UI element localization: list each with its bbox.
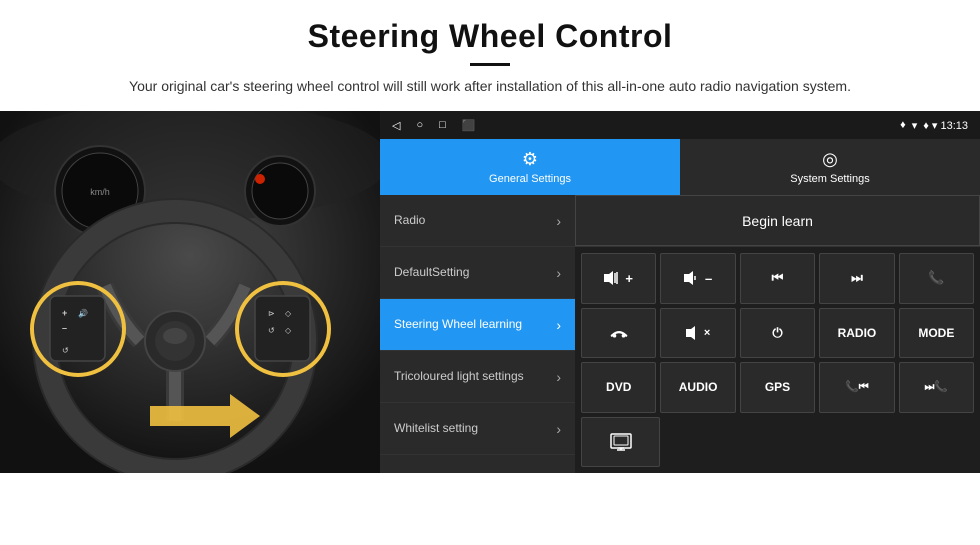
menu-item-default-setting[interactable]: DefaultSetting › [380, 247, 575, 299]
radio-button[interactable]: RADIO [819, 308, 894, 359]
chevron-icon: › [556, 213, 561, 229]
begin-learn-button[interactable]: Begin learn [575, 195, 980, 246]
system-settings-icon: ◎ [822, 149, 838, 170]
volume-up-button[interactable]: + [581, 253, 656, 304]
controls-panel: Begin learn + [575, 195, 980, 473]
power-button[interactable]: ⏻ [740, 308, 815, 359]
hang-up-button[interactable] [581, 308, 656, 359]
empty-btn-2 [664, 417, 974, 468]
steering-wheel-image: km/h [0, 111, 380, 473]
mode-button[interactable]: MODE [899, 308, 974, 359]
svg-text:⊳: ⊳ [268, 309, 275, 318]
menu-item-whitelist[interactable]: Whitelist setting › [380, 403, 575, 455]
chevron-icon: › [556, 421, 561, 437]
nav-icons: ◁ ○ □ ⬛ [392, 119, 475, 132]
svg-text:🔊: 🔊 [78, 308, 88, 318]
general-settings-icon: ⚙ [522, 149, 538, 170]
chevron-icon: › [556, 265, 561, 281]
tab-system-settings[interactable]: ◎ System Settings [680, 139, 980, 195]
next-track-button[interactable]: ⏭ [819, 253, 894, 304]
svg-text:+: + [62, 308, 67, 318]
page-subtitle: Your original car's steering wheel contr… [0, 76, 980, 97]
location-icon: ♦ [900, 119, 906, 131]
svg-text:↺: ↺ [268, 326, 275, 335]
status-bar: ◁ ○ □ ⬛ ♦ ▾ ♦ ▾ 13:13 [380, 111, 980, 139]
wifi-icon: ▾ [912, 119, 918, 132]
audio-button[interactable]: AUDIO [660, 362, 735, 413]
menu-item-steering-wheel[interactable]: Steering Wheel learning › [380, 299, 575, 351]
status-icons: ♦ ▾ ♦ ▾ 13:13 [900, 119, 968, 132]
page-header: Steering Wheel Control Your original car… [0, 0, 980, 107]
tab-general-settings[interactable]: ⚙ General Settings [380, 139, 680, 195]
android-unit: ◁ ○ □ ⬛ ♦ ▾ ♦ ▾ 13:13 ⚙ General Settings… [380, 111, 980, 473]
menu-item-radio[interactable]: Radio › [380, 195, 575, 247]
call-button[interactable]: 📞 [899, 253, 974, 304]
call-prev-button[interactable]: 📞⏮ [819, 362, 894, 413]
chevron-icon: › [556, 369, 561, 385]
tab-general-label: General Settings [489, 173, 571, 185]
menu-item-tricoloured[interactable]: Tricoloured light settings › [380, 351, 575, 403]
tab-system-label: System Settings [790, 173, 869, 185]
volume-down-button[interactable]: – [660, 253, 735, 304]
controls-row-1: + – ⏮ ⏭ 📞 [581, 253, 974, 304]
main-content: km/h [0, 111, 980, 473]
gps-button[interactable]: GPS [740, 362, 815, 413]
content-area: Radio › DefaultSetting › Steering Wheel … [380, 195, 980, 473]
svg-text:–: – [62, 323, 67, 333]
call-next-button[interactable]: ⏭📞 [899, 362, 974, 413]
svg-text:◇: ◇ [285, 309, 292, 318]
begin-learn-row: Begin learn [575, 195, 980, 247]
recents-icon[interactable]: □ [439, 119, 446, 132]
clock: ♦ ▾ 13:13 [923, 119, 968, 132]
mute-button[interactable]: × [660, 308, 735, 359]
tab-bar: ⚙ General Settings ◎ System Settings [380, 139, 980, 195]
menu-list: Radio › DefaultSetting › Steering Wheel … [380, 195, 575, 473]
controls-row-4 [581, 417, 974, 468]
home-icon[interactable]: ○ [416, 119, 423, 132]
svg-text:↺: ↺ [62, 346, 69, 355]
screenshot-icon[interactable]: ⬛ [462, 119, 476, 132]
media-button[interactable] [581, 417, 660, 468]
back-icon[interactable]: ◁ [392, 119, 400, 132]
page-title: Steering Wheel Control [0, 18, 980, 55]
controls-grid: + – ⏮ ⏭ 📞 [575, 247, 980, 473]
svg-text:km/h: km/h [90, 187, 110, 197]
controls-row-3: DVD AUDIO GPS 📞⏮ ⏭📞 [581, 362, 974, 413]
controls-row-2: × ⏻ RADIO MODE [581, 308, 974, 359]
title-divider [470, 63, 510, 66]
chevron-icon: › [556, 317, 561, 333]
dvd-button[interactable]: DVD [581, 362, 656, 413]
svg-text:◇: ◇ [285, 326, 292, 335]
prev-track-button[interactable]: ⏮ [740, 253, 815, 304]
